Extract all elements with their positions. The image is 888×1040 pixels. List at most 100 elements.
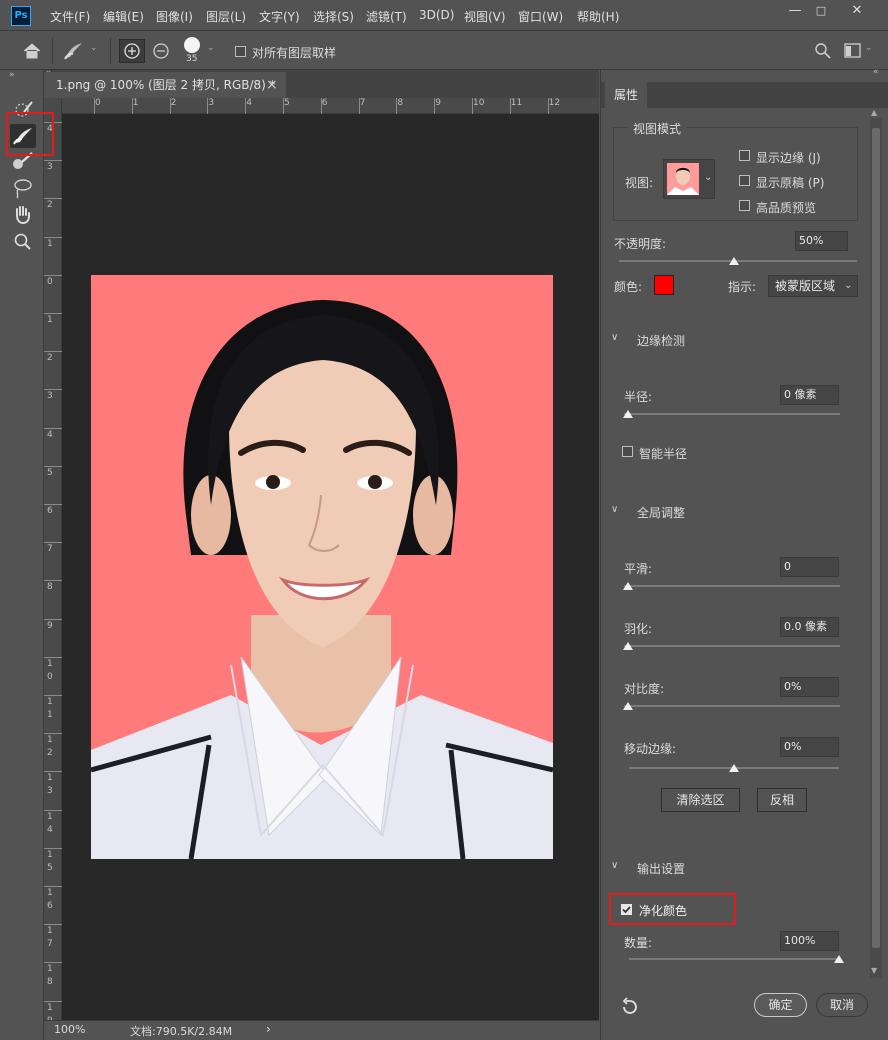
minimize-button[interactable]: — xyxy=(782,2,808,20)
chevron-down-icon[interactable]: ⌄ xyxy=(865,43,873,53)
indicate-value: 被蒙版区域 xyxy=(775,279,836,293)
output-settings-title[interactable]: 输出设置 xyxy=(637,860,685,877)
chevron-down-icon[interactable]: ∨ xyxy=(611,504,618,515)
menu-layer[interactable]: 图层(L) xyxy=(206,8,246,25)
invert-button[interactable]: 反相 xyxy=(757,788,807,812)
refine-edge-brush-preset-icon[interactable] xyxy=(62,40,86,62)
tab-properties[interactable]: 属性 xyxy=(605,82,647,108)
radius-slider-thumb[interactable] xyxy=(623,410,633,418)
ruler-tick xyxy=(131,98,133,114)
smooth-slider-thumb[interactable] xyxy=(623,582,633,590)
panel-scrollbar[interactable]: ▲ ▼ xyxy=(870,108,882,978)
global-refine-title[interactable]: 全局调整 xyxy=(637,504,685,521)
ruler-tick xyxy=(207,98,209,114)
hand-icon[interactable] xyxy=(10,203,36,227)
search-icon[interactable] xyxy=(814,42,832,60)
chevron-down-icon[interactable]: ∨ xyxy=(611,860,618,871)
cancel-button[interactable]: 取消 xyxy=(816,993,868,1017)
radius-slider-track[interactable] xyxy=(624,413,840,415)
menu-view[interactable]: 视图(V) xyxy=(464,8,506,25)
maximize-button[interactable]: □ xyxy=(808,2,834,20)
menu-file[interactable]: 文件(F) xyxy=(50,8,90,25)
portrait-photo[interactable] xyxy=(91,275,553,859)
ruler-tick xyxy=(44,313,62,314)
menu-select[interactable]: 选择(S) xyxy=(313,8,354,25)
status-menu-arrow-icon[interactable]: › xyxy=(266,1022,271,1036)
radius-input[interactable]: 0 像素 xyxy=(780,385,839,405)
smooth-input[interactable]: 0 xyxy=(780,557,839,577)
smooth-slider-track[interactable] xyxy=(624,585,840,587)
feather-label: 羽化: xyxy=(624,622,653,636)
ruler-tick xyxy=(44,618,62,620)
edge-detection-title[interactable]: 边缘检测 xyxy=(637,332,685,349)
ruler-tick-label: 1 0 xyxy=(47,658,53,682)
ruler-tick-label: 1 xyxy=(47,238,53,249)
opacity-slider-thumb[interactable] xyxy=(729,257,739,265)
indicate-label: 指示: xyxy=(728,280,757,294)
menu-type[interactable]: 文字(Y) xyxy=(259,8,300,25)
menu-window[interactable]: 窗口(W) xyxy=(518,8,563,25)
chevron-down-icon[interactable]: ∨ xyxy=(611,332,618,343)
sample-all-layers-checkbox[interactable] xyxy=(235,46,246,57)
indicate-dropdown[interactable]: 被蒙版区域 ⌄ xyxy=(768,275,858,297)
shift-edge-slider-thumb[interactable] xyxy=(729,764,739,772)
document-tab[interactable]: 1.png @ 100% (图层 2 拷贝, RGB/8) * × xyxy=(44,72,286,98)
amount-slider-track[interactable] xyxy=(629,958,839,960)
ruler-tick xyxy=(44,389,62,391)
smart-radius-checkbox[interactable] xyxy=(622,446,633,457)
panel-scrollbar-thumb[interactable] xyxy=(872,128,880,948)
menu-image[interactable]: 图像(I) xyxy=(156,8,193,25)
menu-help[interactable]: 帮助(H) xyxy=(577,8,619,25)
menu-edit[interactable]: 编辑(E) xyxy=(103,8,144,25)
hq-preview-checkbox[interactable] xyxy=(739,200,750,211)
collapse-arrows-icon[interactable]: » xyxy=(9,70,15,80)
workspace-icon[interactable] xyxy=(844,43,862,59)
ruler-tick xyxy=(472,98,473,114)
contrast-slider-thumb[interactable] xyxy=(623,702,633,710)
chevron-down-icon: ⌄ xyxy=(704,172,713,183)
chevron-down-icon[interactable]: ⌄ xyxy=(207,43,215,53)
brush-size-icon[interactable] xyxy=(184,37,200,53)
collapse-arrows-icon[interactable]: « xyxy=(873,67,879,77)
clear-selection-button[interactable]: 清除选区 xyxy=(661,788,740,812)
amount-input[interactable]: 100% xyxy=(780,931,839,951)
show-original-checkbox[interactable] xyxy=(739,175,750,186)
ruler-tick xyxy=(44,656,62,658)
home-icon[interactable] xyxy=(22,42,42,60)
close-window-button[interactable]: ✕ xyxy=(844,2,870,20)
amount-slider-thumb[interactable] xyxy=(834,955,844,963)
scroll-down-icon[interactable]: ▼ xyxy=(871,966,877,975)
chevron-down-icon: ⌄ xyxy=(844,280,853,291)
scroll-up-icon[interactable]: ▲ xyxy=(871,108,877,117)
feather-input[interactable]: 0.0 像素 xyxy=(780,617,839,637)
ruler-tick-label: 4 xyxy=(246,98,252,108)
view-thumbnail-dropdown[interactable]: ⌄ xyxy=(663,159,715,199)
zoom-icon[interactable] xyxy=(10,230,36,254)
opacity-input[interactable]: 50% xyxy=(795,231,848,251)
subtract-mode-icon[interactable] xyxy=(150,41,172,63)
add-mode-button[interactable] xyxy=(119,39,145,63)
photoshop-logo: Ps xyxy=(11,6,31,26)
feather-slider-thumb[interactable] xyxy=(623,642,633,650)
ruler-tick-label: 6 xyxy=(321,98,328,108)
ruler-tick-label: 1 7 xyxy=(47,926,53,950)
ruler-tick-label: 12 xyxy=(548,98,561,108)
lasso-icon[interactable] xyxy=(10,176,36,200)
ruler-tick-label: 1 6 xyxy=(47,888,53,911)
opacity-label: 不透明度: xyxy=(614,237,667,251)
color-swatch[interactable] xyxy=(654,275,674,295)
contrast-input[interactable]: 0% xyxy=(780,677,839,697)
zoom-level[interactable]: 100% xyxy=(54,1023,85,1036)
menu-3d[interactable]: 3D(D) xyxy=(419,8,454,22)
shift-edge-input[interactable]: 0% xyxy=(780,737,839,757)
contrast-slider-track[interactable] xyxy=(624,705,840,707)
reset-icon[interactable] xyxy=(619,996,641,1018)
show-edge-checkbox[interactable] xyxy=(739,150,750,161)
ruler-tick xyxy=(44,274,62,276)
ok-button[interactable]: 确定 xyxy=(754,993,807,1017)
ruler-tick xyxy=(44,160,62,162)
feather-slider-track[interactable] xyxy=(624,645,840,647)
close-tab-icon[interactable]: × xyxy=(266,72,278,98)
chevron-down-icon[interactable]: ⌄ xyxy=(90,43,98,53)
menu-filter[interactable]: 滤镜(T) xyxy=(366,8,407,25)
